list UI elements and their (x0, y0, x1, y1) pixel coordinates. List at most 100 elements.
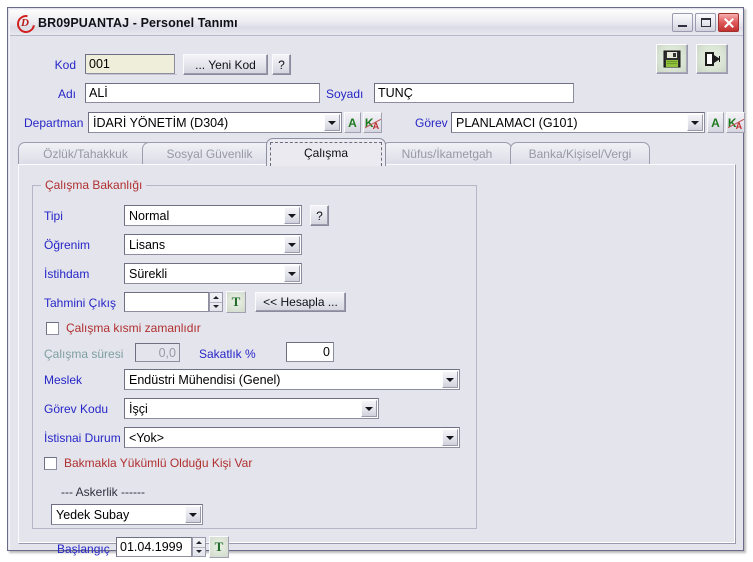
istihdam-combo[interactable]: Sürekli (124, 263, 302, 284)
departman-ka-button[interactable]: KA (363, 112, 382, 133)
tab-ozluk-tahakkuk[interactable]: Özlük/Tahakkuk (18, 142, 153, 165)
tab-label: Banka/Kişisel/Vergi (528, 147, 632, 161)
tab-banka-kisisel-vergi[interactable]: Banka/Kişisel/Vergi (510, 142, 650, 165)
minimize-button[interactable] (672, 13, 693, 32)
tab-calisma[interactable]: Çalışma (266, 138, 386, 166)
chevron-down-icon[interactable] (284, 236, 300, 253)
baslangic-label: Başlangıç (57, 542, 110, 556)
calisma-suresi-label: Çalışma süresi (44, 347, 124, 361)
tab-strip: Özlük/Tahakkuk Sosyal Güvenlik Çalışma N… (18, 138, 736, 166)
ka-icon: KA (727, 116, 745, 131)
tahmini-cikis-input[interactable] (124, 292, 209, 312)
calisma-suresi-value: 0,0 (135, 343, 180, 362)
sakatlik-input[interactable]: 0 (286, 342, 334, 362)
yeni-kod-button[interactable]: ... Yeni Kod (183, 54, 268, 75)
departman-a-button[interactable]: A (344, 112, 361, 133)
floppy-save-icon (663, 50, 681, 68)
calisma-bakanligi-group: Çalışma Bakanlığı Tipi Normal ? Öğrenim … (32, 178, 477, 558)
kod-input[interactable]: 001 (85, 54, 175, 74)
hesapla-button[interactable]: << Hesapla ... (255, 292, 346, 312)
spinner-up[interactable] (210, 293, 222, 302)
exit-door-icon (705, 52, 720, 66)
ogrenim-label: Öğrenim (44, 238, 91, 252)
gorev-kodu-combo[interactable]: İşçi (124, 398, 379, 419)
tahmini-cikis-today-button[interactable]: T (226, 291, 246, 313)
spinner-up[interactable] (193, 538, 205, 547)
tab-nufus-ikametgah[interactable]: Nüfus/İkametgah (382, 142, 512, 165)
header-form: Kod 001 ... Yeni Kod ? Adı ALİ Soyadı TU… (10, 36, 745, 138)
kod-label: Kod (54, 58, 76, 72)
istihdam-value: Sürekli (129, 266, 168, 281)
spinner-down[interactable] (210, 301, 222, 312)
ogrenim-combo[interactable]: Lisans (124, 234, 302, 255)
askerlik-header: --- Askerlik ------ (61, 485, 145, 499)
departman-combo[interactable]: İDARİ YÖNETİM (D304) (88, 112, 342, 133)
chevron-down-icon[interactable] (284, 265, 300, 282)
askerlik-value: Yedek Subay (56, 507, 130, 522)
today-t-icon: T (231, 294, 241, 309)
tipi-help-button[interactable]: ? (310, 205, 329, 226)
chevron-down-icon[interactable] (442, 371, 458, 388)
adi-input[interactable]: ALİ (85, 83, 320, 103)
istisnai-durum-combo[interactable]: <Yok> (124, 427, 460, 448)
adi-label: Adı (57, 87, 76, 101)
gorev-kodu-label: Görev Kodu (44, 402, 109, 416)
bakmakla-label: Bakmakla Yükümlü Olduğu Kişi Var (64, 456, 253, 470)
askerlik-combo[interactable]: Yedek Subay (51, 504, 203, 525)
istisnai-durum-value: <Yok> (129, 430, 164, 445)
window-client-area: Kod 001 ... Yeni Kod ? Adı ALİ Soyadı TU… (10, 36, 745, 558)
baslangic-today-button[interactable]: T (209, 536, 229, 558)
tahmini-cikis-spinner[interactable] (209, 292, 223, 312)
a-icon: A (711, 115, 720, 130)
kismi-zaman-checkbox[interactable] (46, 322, 59, 335)
gorev-kodu-value: İşçi (129, 401, 148, 416)
kod-help-button[interactable]: ? (272, 54, 291, 75)
istihdam-label: İstihdam (44, 267, 90, 281)
tab-sosyal-guvenlik[interactable]: Sosyal Güvenlik (142, 142, 277, 165)
app-logo-icon: D (13, 11, 39, 37)
soyadi-label: Soyadı (326, 87, 364, 101)
window-title: BR09PUANTAJ - Personel Tanımı (38, 15, 238, 30)
chevron-down-icon[interactable] (284, 207, 300, 224)
meslek-value: Endüstri Mühendisi (Genel) (129, 372, 281, 387)
a-icon: A (348, 115, 357, 130)
tab-label: Sosyal Güvenlik (166, 147, 253, 161)
soyadi-input[interactable]: TUNÇ (374, 83, 574, 103)
departman-label: Departman (24, 116, 84, 130)
gorev-value: PLANLAMACI (G101) (456, 115, 578, 130)
baslangic-spinner[interactable] (192, 537, 206, 557)
chevron-down-icon[interactable] (361, 400, 377, 417)
tipi-label: Tipi (44, 209, 63, 223)
spinner-down[interactable] (193, 546, 205, 557)
sakatlik-label: Sakatlık % (199, 347, 256, 361)
tab-label: Özlük/Tahakkuk (43, 147, 128, 161)
meslek-label: Meslek (44, 373, 83, 387)
chevron-down-icon[interactable] (442, 429, 458, 446)
exit-button[interactable] (696, 44, 728, 74)
tab-page-calisma: Çalışma Bakanlığı Tipi Normal ? Öğrenim … (18, 164, 736, 558)
gorev-a-button[interactable]: A (707, 112, 724, 133)
gorev-ka-button[interactable]: KA (726, 112, 745, 133)
window-titlebar: D BR09PUANTAJ - Personel Tanımı (10, 10, 743, 37)
bakmakla-checkbox[interactable] (44, 457, 57, 470)
chevron-down-icon[interactable] (687, 114, 703, 131)
today-t-icon: T (214, 539, 224, 554)
save-button[interactable] (656, 44, 688, 74)
chevron-down-icon[interactable] (185, 506, 201, 523)
ogrenim-value: Lisans (129, 237, 166, 252)
meslek-combo[interactable]: Endüstri Mühendisi (Genel) (124, 369, 460, 390)
group-title: Çalışma Bakanlığı (41, 178, 147, 192)
tahmini-cikis-label: Tahmini Çıkış (44, 296, 117, 310)
maximize-button[interactable] (695, 13, 716, 32)
departman-value: İDARİ YÖNETİM (D304) (93, 115, 229, 130)
window-controls (672, 13, 739, 32)
desktop-background: D BR09PUANTAJ - Personel Tanımı Kod 001 … (0, 0, 753, 562)
gorev-combo[interactable]: PLANLAMACI (G101) (451, 112, 705, 133)
baslangic-input[interactable]: 01.04.1999 (116, 537, 192, 557)
close-button[interactable] (718, 13, 739, 32)
tipi-combo[interactable]: Normal (124, 205, 302, 226)
istisnai-durum-label: İstisnai Durum (44, 431, 121, 445)
kismi-zaman-label: Çalışma kısmi zamanlıdır (66, 321, 201, 335)
chevron-down-icon[interactable] (324, 114, 340, 131)
tipi-value: Normal (129, 208, 170, 223)
